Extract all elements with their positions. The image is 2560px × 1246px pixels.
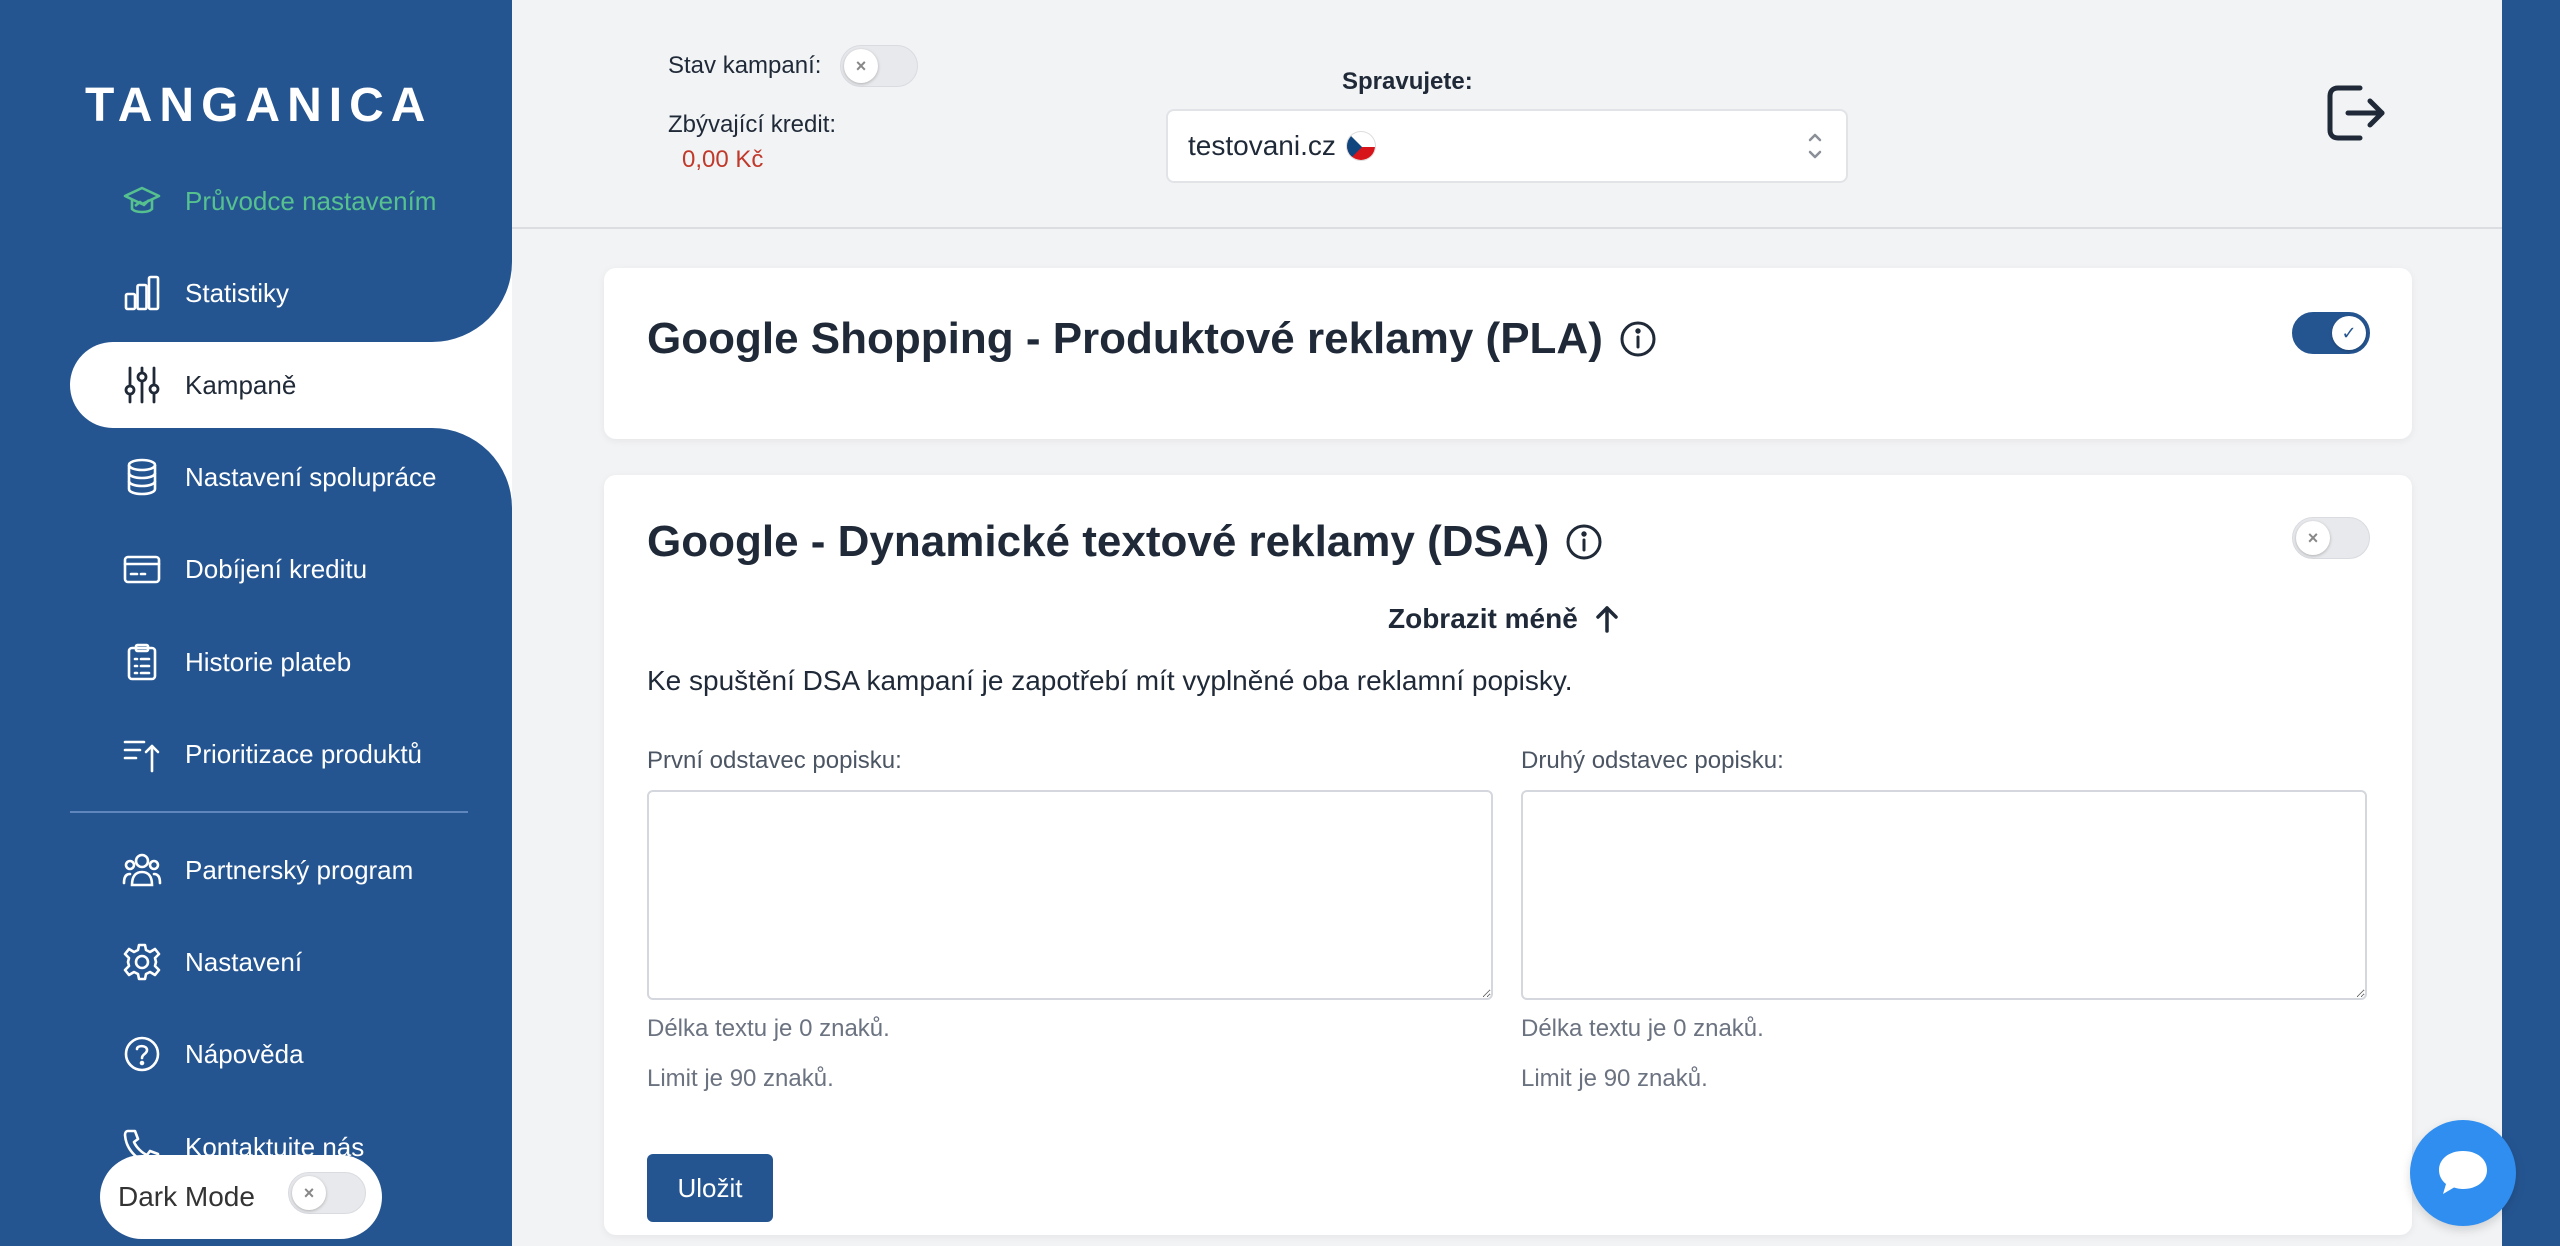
sidebar-item-campaigns[interactable]: Kampaně xyxy=(70,342,512,428)
first-paragraph-limit-hint: Limit je 90 znaků. xyxy=(647,1065,834,1092)
sidebar-item-label: Kampaně xyxy=(185,369,297,400)
card-title: Google - Dynamické textové reklamy (DSA) xyxy=(647,517,1603,567)
sidebar-item-label: Historie plateb xyxy=(185,646,352,677)
sidebar-item-label: Nastavení spolupráce xyxy=(185,461,437,492)
sidebar-item-setup-guide[interactable]: Průvodce nastavením xyxy=(0,158,512,244)
close-icon: × xyxy=(844,49,878,83)
sidebar-item-payment-history[interactable]: Historie plateb xyxy=(0,619,512,705)
sidebar-item-product-prioritization[interactable]: Prioritizace produktů xyxy=(0,711,512,797)
second-paragraph-length-hint: Délka textu je 0 znaků. xyxy=(1521,1015,1764,1042)
help-circle-icon xyxy=(124,1036,160,1072)
right-edge-strip xyxy=(2502,0,2560,1246)
campaign-status-toggle[interactable]: × xyxy=(840,45,918,87)
dark-mode-switch[interactable]: Dark Mode × xyxy=(100,1155,382,1239)
logo: TANGANICA xyxy=(85,79,433,132)
pla-campaign-toggle[interactable]: ✓ xyxy=(2292,312,2370,354)
sidebar-item-help[interactable]: Nápověda xyxy=(0,1011,512,1097)
card-title-text: Google Shopping - Produktové reklamy (PL… xyxy=(647,314,1603,363)
database-icon xyxy=(127,458,157,496)
sidebar-item-label: Nápověda xyxy=(185,1038,304,1069)
clipboard-icon xyxy=(127,643,157,681)
info-icon[interactable] xyxy=(1619,320,1657,358)
logout-icon[interactable] xyxy=(2320,78,2390,148)
card-title: Google Shopping - Produktové reklamy (PL… xyxy=(647,314,1657,364)
first-paragraph-length-hint: Délka textu je 0 znaků. xyxy=(647,1015,890,1042)
sidebar-divider xyxy=(70,811,468,813)
sidebar-item-label: Nastavení xyxy=(185,946,303,977)
top-header: Stav kampaní: × Zbývající kredit: 0,00 K… xyxy=(512,0,2560,229)
dsa-campaign-toggle[interactable]: × xyxy=(2292,517,2370,559)
dsa-description: Ke spuštění DSA kampaní je zapotřebí mít… xyxy=(647,665,1573,696)
dark-mode-toggle[interactable]: × xyxy=(288,1172,366,1214)
pla-campaign-card: Google Shopping - Produktové reklamy (PL… xyxy=(604,268,2412,439)
managing-label: Spravujete: xyxy=(1342,68,1473,95)
users-icon xyxy=(122,853,162,887)
save-button[interactable]: Uložit xyxy=(647,1154,773,1222)
sidebar-item-label: Partnerský program xyxy=(185,854,414,885)
close-icon: × xyxy=(2296,521,2330,555)
chat-bubble-icon xyxy=(2439,1151,2487,1194)
site-select-value: testovani.cz xyxy=(1188,130,1336,161)
sidebar-curve xyxy=(432,262,512,342)
check-icon: ✓ xyxy=(2332,316,2366,350)
second-paragraph-label: Druhý odstavec popisku: xyxy=(1521,747,1784,774)
show-less-button[interactable]: Zobrazit méně xyxy=(1388,603,1620,635)
sidebar-item-label: Prioritizace produktů xyxy=(185,738,422,769)
arrow-up-icon xyxy=(1596,606,1618,633)
site-select[interactable]: testovani.cz xyxy=(1166,109,1848,183)
sort-up-icon xyxy=(123,740,160,773)
sliders-icon xyxy=(124,366,160,404)
sidebar: TANGANICA Průvodce nastavením Statistiky… xyxy=(0,0,512,1246)
sidebar-item-settings[interactable]: Nastavení xyxy=(0,919,512,1005)
bar-chart-icon xyxy=(124,275,160,311)
first-paragraph-textarea[interactable] xyxy=(647,790,1493,1000)
sidebar-item-partner-program[interactable]: Partnerský program xyxy=(0,827,512,913)
show-less-label: Zobrazit méně xyxy=(1388,603,1578,634)
first-paragraph-label: První odstavec popisku: xyxy=(647,747,902,774)
info-icon[interactable] xyxy=(1565,523,1603,561)
credit-card-icon xyxy=(123,555,161,584)
card-title-text: Google - Dynamické textové reklamy (DSA) xyxy=(647,517,1550,566)
sidebar-item-credit-topup[interactable]: Dobíjení kreditu xyxy=(0,526,512,612)
second-paragraph-textarea[interactable] xyxy=(1521,790,2367,1000)
chevron-up-down-icon xyxy=(1808,133,1822,159)
second-paragraph-limit-hint: Limit je 90 znaků. xyxy=(1521,1065,1708,1092)
sidebar-item-label: Statistiky xyxy=(185,277,290,308)
sidebar-item-cooperation-settings[interactable]: Nastavení spolupráce xyxy=(0,434,512,520)
czech-flag-icon xyxy=(1345,131,1376,161)
close-icon: × xyxy=(292,1176,326,1210)
campaign-status-label: Stav kampaní: xyxy=(668,52,822,79)
gear-icon xyxy=(123,943,161,981)
credit-value: 0,00 Kč xyxy=(682,146,764,173)
chat-button[interactable] xyxy=(2410,1120,2516,1226)
credit-label: Zbývající kredit: xyxy=(668,111,837,138)
dark-mode-label: Dark Mode xyxy=(118,1181,255,1212)
graduation-cap-icon xyxy=(123,186,161,214)
dsa-campaign-card: Google - Dynamické textové reklamy (DSA)… xyxy=(604,475,2412,1235)
sidebar-item-label: Dobíjení kreditu xyxy=(185,553,368,584)
sidebar-item-label: Průvodce nastavením xyxy=(185,185,437,216)
